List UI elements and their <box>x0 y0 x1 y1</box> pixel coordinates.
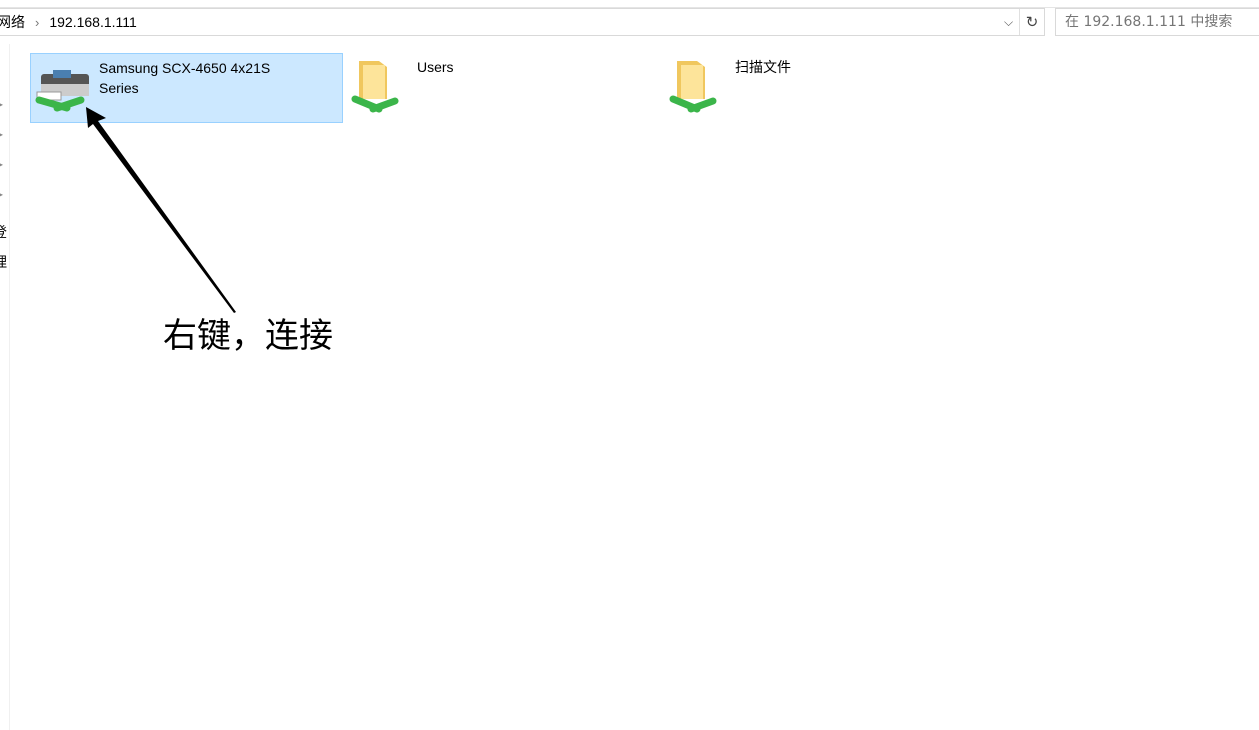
annotation-arrow <box>0 0 1259 730</box>
annotation-text: 右键，连接 <box>163 308 333 357</box>
